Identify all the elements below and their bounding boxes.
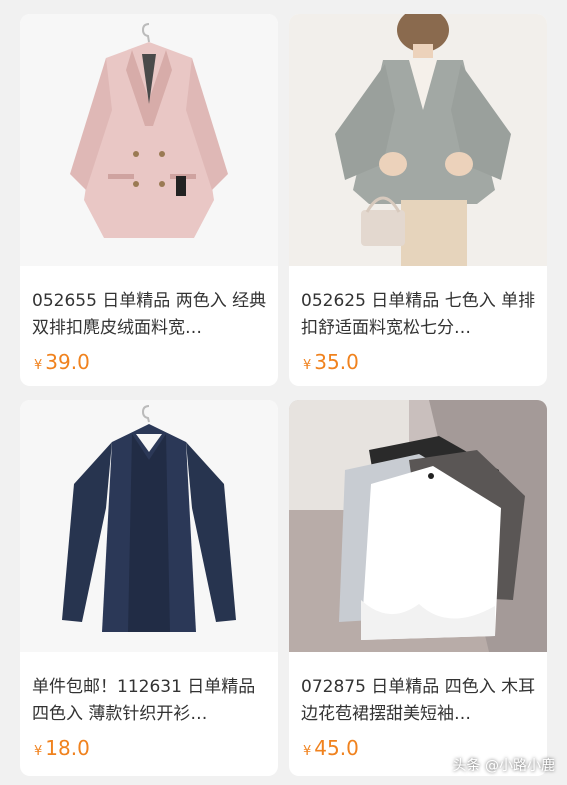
product-grid: 052655 日单精品 两色入 经典双排扣麂皮绒面料宽… ¥39.0 05262… [0,0,567,785]
product-price: ¥35.0 [303,350,359,374]
product-image-navy-cardigan[interactable] [20,400,278,652]
currency-symbol: ¥ [303,358,312,373]
product-card[interactable]: 052625 日单精品 七色入 单排扣舒适面料宽松七分… ¥35.0 [289,14,547,386]
product-card[interactable]: 072875 日单精品 四色入 木耳边花苞裙摆甜美短袖… ¥45.0 [289,400,547,776]
currency-symbol: ¥ [34,358,43,373]
price-value: 35.0 [314,350,359,374]
price-value: 18.0 [45,736,90,760]
product-card[interactable]: 单件包邮！112631 日单精品 四色入 薄款针织开衫… ¥18.0 [20,400,278,776]
product-image-grey-shirt[interactable] [289,14,547,266]
product-price: ¥18.0 [34,736,90,760]
watermark: 头条 @小路小鹿 [452,758,555,774]
price-value: 39.0 [45,350,90,374]
currency-symbol: ¥ [303,744,312,759]
product-price: ¥45.0 [303,736,359,760]
product-image-pink-blazer[interactable] [20,14,278,266]
price-value: 45.0 [314,736,359,760]
product-image-ruffle-tops[interactable] [289,400,547,652]
product-price: ¥39.0 [34,350,90,374]
product-title[interactable]: 072875 日单精品 四色入 木耳边花苞裙摆甜美短袖… [301,674,537,728]
currency-symbol: ¥ [34,744,43,759]
product-card[interactable]: 052655 日单精品 两色入 经典双排扣麂皮绒面料宽… ¥39.0 [20,14,278,386]
product-title[interactable]: 052625 日单精品 七色入 单排扣舒适面料宽松七分… [301,288,537,342]
product-title[interactable]: 单件包邮！112631 日单精品 四色入 薄款针织开衫… [32,674,268,728]
product-title[interactable]: 052655 日单精品 两色入 经典双排扣麂皮绒面料宽… [32,288,268,342]
